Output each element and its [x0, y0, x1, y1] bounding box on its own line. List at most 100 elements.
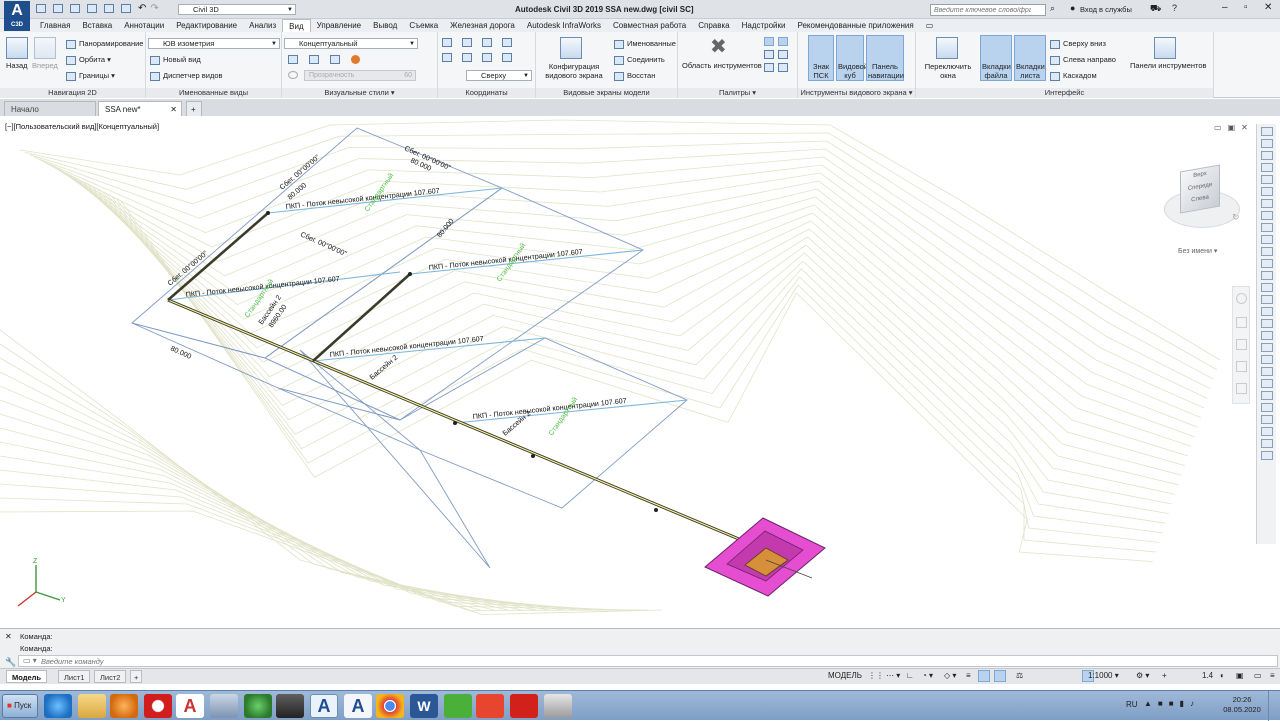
tool-palette-icon[interactable] [1261, 211, 1273, 220]
menu-tab-8[interactable]: Съемка [403, 19, 444, 32]
viewcube-box[interactable]: Верх Спереди Слева [1180, 164, 1220, 214]
tool-palette-icon[interactable] [1261, 151, 1273, 160]
tray-arrow-icon[interactable]: ▲ [1144, 699, 1152, 708]
annotation-visibility-icon[interactable]: ⚖ [1016, 668, 1023, 684]
view-select[interactable]: ЮВ изометрия ▼ [148, 38, 280, 49]
transparency-slider[interactable]: Прозрачность 60 [304, 70, 416, 81]
ucs-y-icon[interactable] [482, 53, 492, 62]
menu-tab-7[interactable]: Вывод [367, 19, 403, 32]
ucs-x-icon[interactable] [482, 38, 492, 47]
plus-icon[interactable]: + [1162, 668, 1167, 684]
selection-cycling-icon[interactable] [994, 670, 1006, 682]
command-close-icon[interactable]: ✕ [5, 632, 12, 641]
opera-icon[interactable] [144, 694, 172, 718]
tile-vertical-button[interactable]: Слева направо [1050, 55, 1116, 65]
show-desktop-button[interactable] [1268, 691, 1280, 721]
annotation-scale-select[interactable]: 1:1000 ▾ [1088, 668, 1119, 684]
join-viewports-button[interactable]: Соединить [614, 55, 665, 65]
tool-palette-icon[interactable] [1261, 451, 1273, 460]
pan-button[interactable]: Панорамирование [66, 39, 143, 49]
tool-palette-icon[interactable] [1261, 199, 1273, 208]
workspace-gear-icon[interactable]: ⚙ ▾ [1136, 668, 1149, 684]
palette-2-icon[interactable] [778, 37, 788, 46]
autocad-icon[interactable]: A [176, 694, 204, 718]
tool-palette-icon[interactable] [1261, 427, 1273, 436]
network-icon[interactable] [210, 694, 238, 718]
menu-tab-0[interactable]: Главная [34, 19, 76, 32]
cascade-button[interactable]: Каскадом [1050, 71, 1097, 81]
ucs-name-select[interactable]: Без имени ▾ [1178, 247, 1217, 255]
redo-icon[interactable]: ↷ [150, 4, 158, 14]
pan-nav-icon[interactable] [1236, 317, 1247, 328]
save-as-icon[interactable] [87, 4, 97, 13]
viewport-config-button[interactable]: Конфигурация видового экрана [540, 62, 608, 80]
new-tab-button[interactable]: + [186, 101, 202, 116]
tool-palette-icon[interactable] [1261, 235, 1273, 244]
osnap-icon[interactable]: ◇ ▾ [944, 668, 956, 684]
layout-tab-sheet2[interactable]: Лист2 [94, 670, 127, 683]
ie-icon[interactable] [44, 694, 72, 718]
ucs-origin-icon[interactable] [462, 38, 472, 47]
tool-palette-icon[interactable] [1261, 175, 1273, 184]
chrome-icon[interactable] [376, 694, 404, 718]
undo-icon[interactable]: ↶ [138, 4, 146, 14]
palette-6-icon[interactable] [778, 63, 788, 72]
menu-tab-5[interactable]: Вид [282, 19, 311, 32]
maximize-icon[interactable]: ▫ [1244, 2, 1248, 13]
sketchup-icon[interactable] [244, 694, 272, 718]
tool-palette-icon[interactable] [1261, 283, 1273, 292]
civil3d-second-icon[interactable]: A [344, 694, 372, 718]
ucs-object-icon[interactable] [462, 53, 472, 62]
close-icon[interactable]: ✕ [1264, 2, 1272, 13]
tile-horizontal-button[interactable]: Сверху вниз [1050, 39, 1106, 49]
isolate-icon[interactable]: ◐ [1220, 668, 1225, 684]
word-icon[interactable]: W [410, 694, 438, 718]
menu-tab-3[interactable]: Редактирование [170, 19, 243, 32]
video-icon[interactable] [276, 694, 304, 718]
snap-icon[interactable]: ⋯ ▾ [886, 668, 900, 684]
tool-palette-icon[interactable] [1261, 379, 1273, 388]
tray-app2-icon[interactable]: ■ [1169, 699, 1174, 708]
tool-palette-icon[interactable] [1261, 139, 1273, 148]
restore-viewports-button[interactable]: Восстан [614, 71, 655, 81]
tool-palette-icon[interactable] [1261, 295, 1273, 304]
tray-network-icon[interactable]: ▮ [1180, 699, 1184, 708]
tool-palette-icon[interactable] [1261, 367, 1273, 376]
menu-tab-4[interactable]: Анализ [243, 19, 282, 32]
ucs-select[interactable]: Сверху ▼ [466, 70, 532, 81]
tool-palette-icon[interactable] [1261, 307, 1273, 316]
tool-palette-icon[interactable] [1261, 163, 1273, 172]
file-tab-current[interactable]: SSA new* ✕ [98, 101, 182, 116]
menu-tab-12[interactable]: Справка [692, 19, 735, 32]
shadow-icon[interactable] [309, 55, 319, 64]
cart-icon[interactable]: ⛟ [1150, 3, 1161, 15]
zoom-nav-icon[interactable] [1236, 339, 1247, 350]
hardware-accel-icon[interactable]: ▣ [1236, 668, 1244, 684]
toolbars-icon[interactable] [1154, 37, 1176, 59]
dynamic-ucs-icon[interactable] [978, 670, 990, 682]
orbit-button[interactable]: Орбита ▾ [66, 55, 111, 65]
back-view-icon[interactable] [6, 37, 28, 59]
add-layout-button[interactable]: + [130, 670, 143, 683]
menu-tab-9[interactable]: Железная дорога [444, 19, 521, 32]
visual-style-select[interactable]: Концептуальный ▼ [284, 38, 418, 49]
ribbon-minimize-icon[interactable]: ▭ [920, 19, 940, 32]
command-input-box[interactable]: ▭ ▾ [18, 655, 1278, 667]
tool-palette-icon[interactable] [1261, 319, 1273, 328]
clean-screen-icon[interactable]: ▭ [1254, 668, 1262, 684]
back-button[interactable]: Назад [6, 61, 28, 71]
command-settings-icon[interactable]: 🔧 [5, 657, 16, 668]
workspace-select[interactable]: Civil 3D ▼ [178, 4, 296, 15]
tray-app-icon[interactable]: ■ [1158, 699, 1163, 708]
search-icon[interactable]: ⌕ [1050, 3, 1055, 14]
palette-5-icon[interactable] [764, 63, 774, 72]
tool-palette-icon[interactable] [1261, 403, 1273, 412]
misc-app-icon[interactable] [544, 694, 572, 718]
switch-windows-icon[interactable] [936, 37, 958, 59]
menu-tab-10[interactable]: Autodesk InfraWorks [521, 19, 607, 32]
tool-palette-icon[interactable] [1261, 127, 1273, 136]
viewport-config-icon[interactable] [560, 37, 582, 59]
new-file-icon[interactable] [36, 4, 46, 13]
lighting-icon[interactable] [330, 55, 340, 64]
forward-button[interactable]: Вперед [32, 61, 58, 71]
